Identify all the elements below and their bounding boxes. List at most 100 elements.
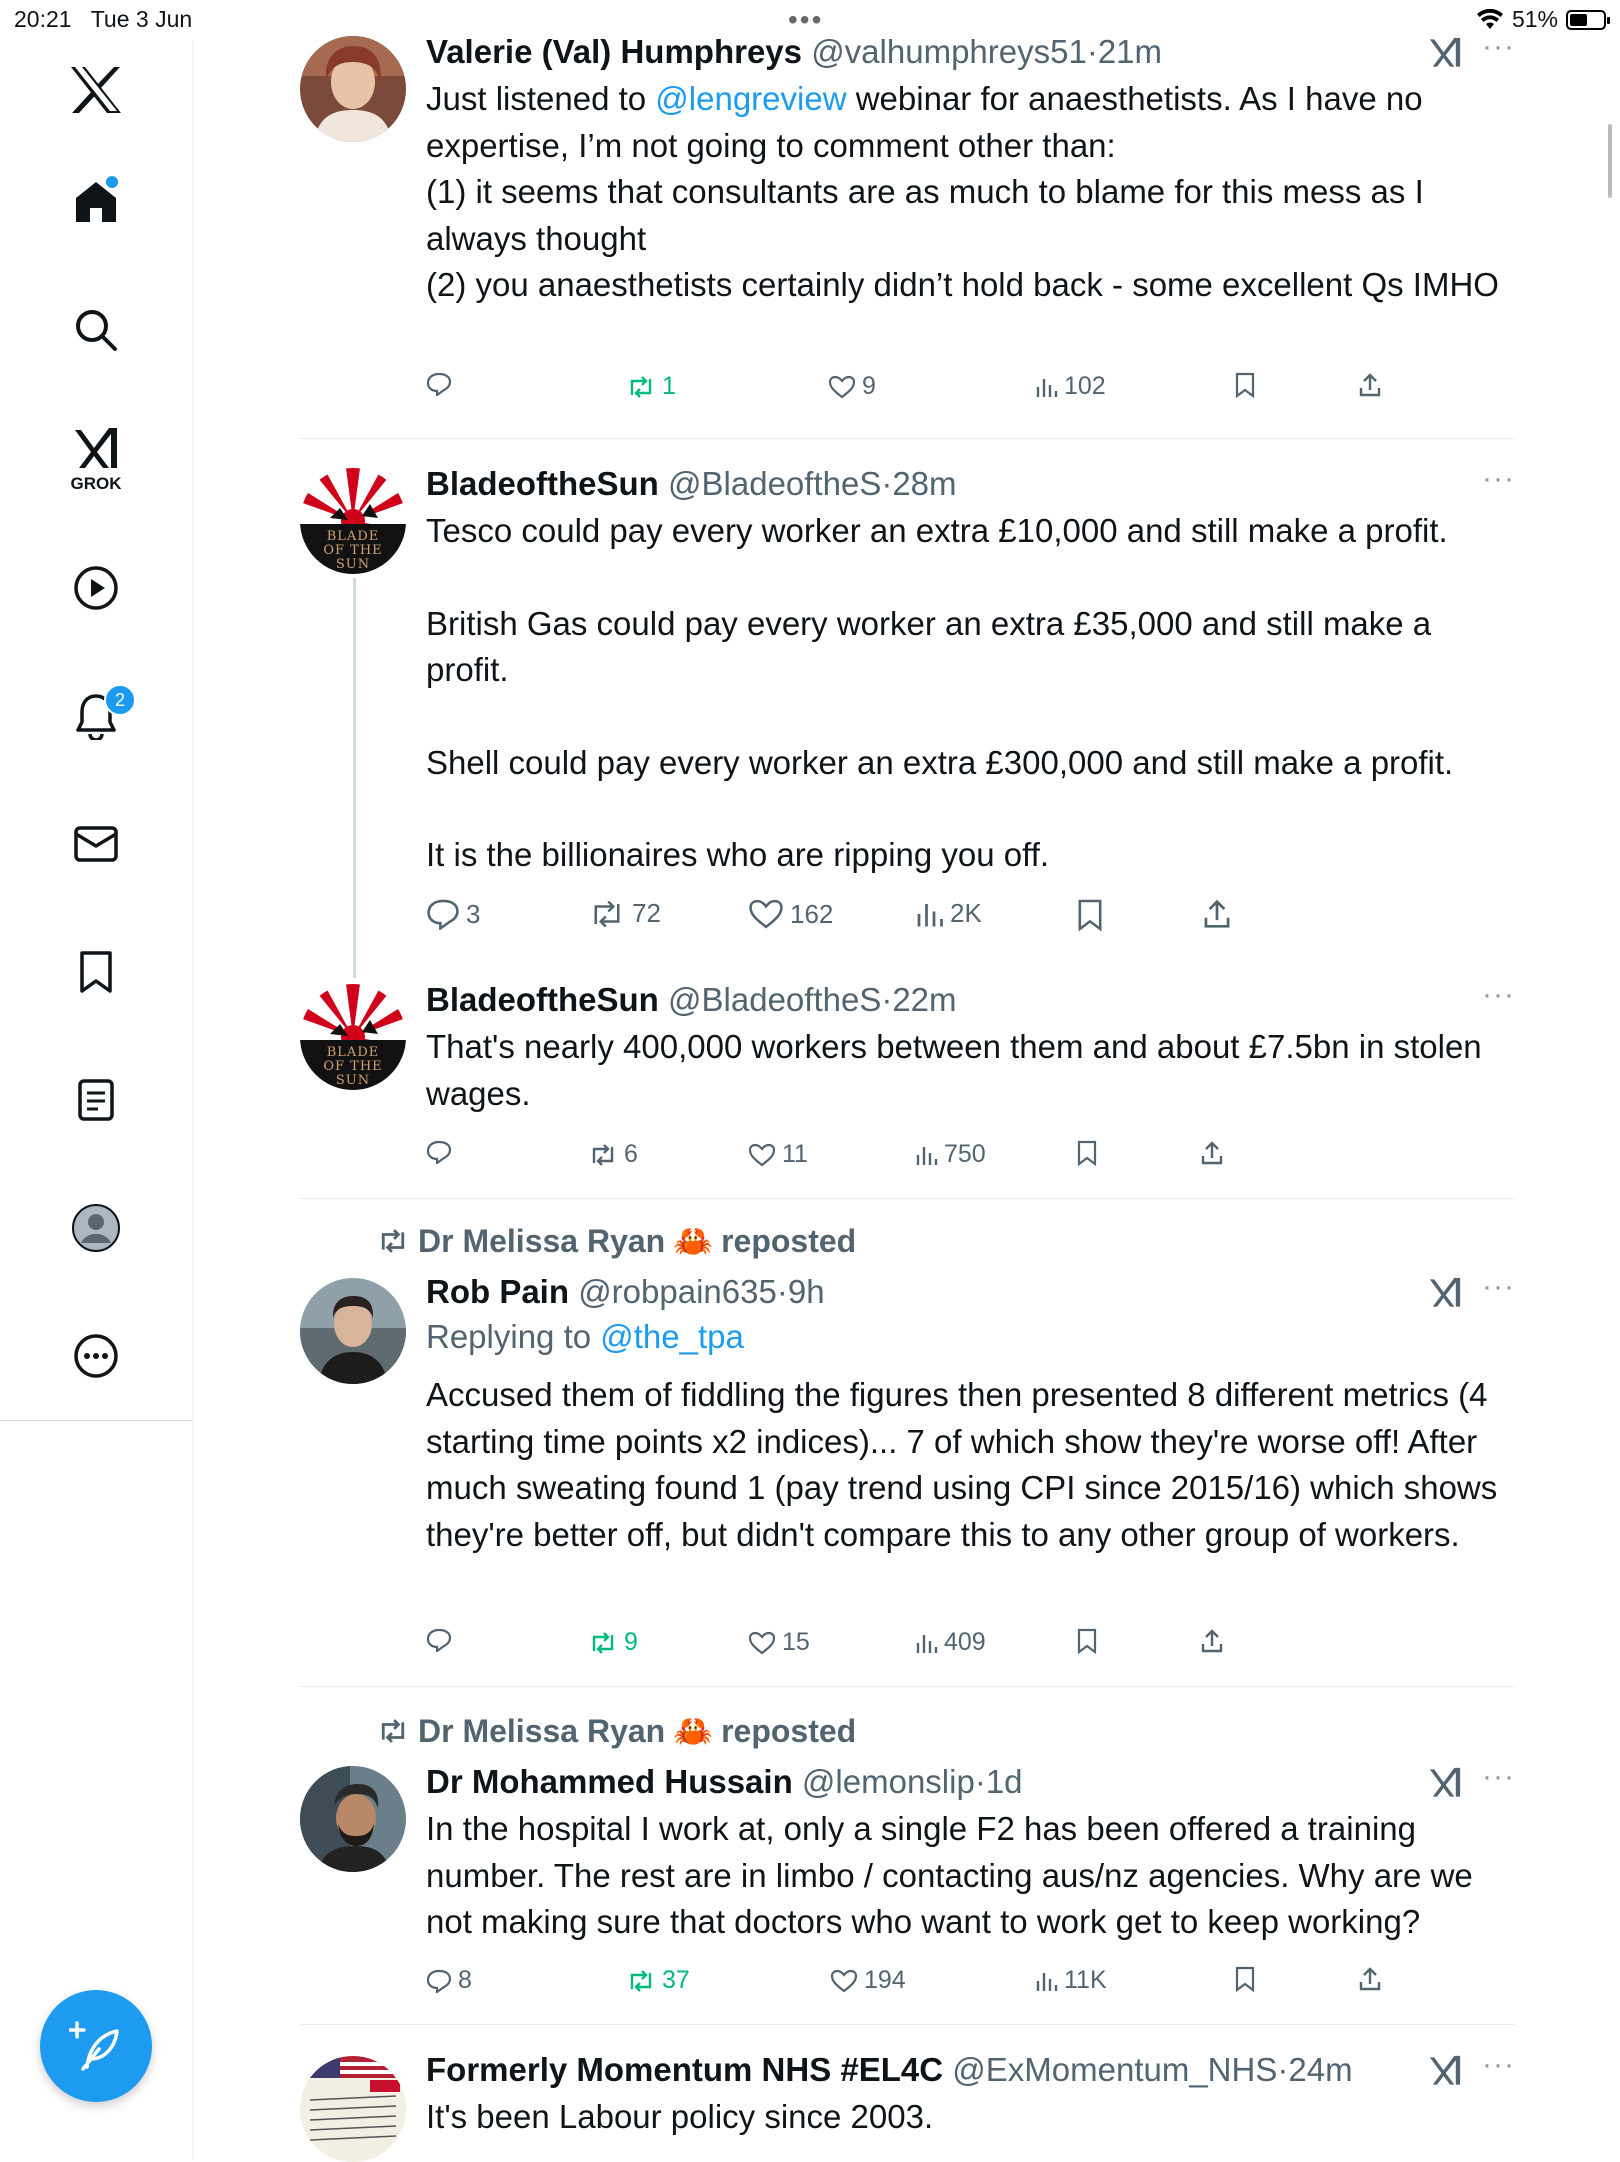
sidebar-item-lists[interactable] bbox=[0, 1060, 192, 1140]
like-button[interactable]: 15 bbox=[748, 1628, 810, 1657]
repost-icon bbox=[381, 1229, 405, 1253]
author-handle[interactable]: @BladeoftheS bbox=[668, 465, 881, 502]
repost-icon bbox=[592, 1631, 614, 1654]
avatar[interactable] bbox=[300, 1278, 406, 1384]
sidebar-item-messages[interactable] bbox=[0, 804, 192, 884]
author-handle[interactable]: @robpain635 bbox=[578, 1273, 777, 1310]
views-button[interactable]: 102 bbox=[1034, 372, 1106, 401]
x-logo-icon bbox=[71, 67, 121, 113]
sidebar-item-grok[interactable]: GROK bbox=[0, 420, 192, 500]
author-handle[interactable]: @valhumphreys51 bbox=[811, 33, 1087, 70]
views-button[interactable]: 409 bbox=[914, 1628, 986, 1657]
tweet-header: Rob Pain @robpain635·9h bbox=[426, 1270, 1515, 1314]
repost-button[interactable]: 1 bbox=[626, 372, 676, 401]
author-handle[interactable]: @ExMomentum_NHS bbox=[952, 2051, 1277, 2088]
repost-button[interactable]: 72 bbox=[588, 898, 661, 929]
compose-button[interactable] bbox=[40, 1990, 152, 2102]
reposted-label: reposted bbox=[721, 1222, 857, 1259]
author-name[interactable]: Rob Pain bbox=[426, 1273, 569, 1310]
more-options-icon[interactable]: ··· bbox=[1482, 462, 1515, 496]
more-options-icon[interactable]: ··· bbox=[1482, 30, 1515, 64]
avatar[interactable]: BLADE OF THE SUN bbox=[300, 984, 406, 1090]
reply-button[interactable] bbox=[426, 1628, 452, 1652]
like-button[interactable]: 194 bbox=[830, 1966, 906, 1995]
views-count: 11K bbox=[1064, 1966, 1107, 1994]
like-button[interactable]: 9 bbox=[828, 372, 876, 401]
bookmark-button[interactable] bbox=[1076, 1628, 1098, 1654]
repost-button[interactable]: 37 bbox=[626, 1966, 690, 1995]
share-button[interactable] bbox=[1200, 1628, 1224, 1654]
repost-context[interactable]: Dr Melissa Ryan 🦀 reposted bbox=[376, 1712, 856, 1750]
views-count: 750 bbox=[944, 1140, 986, 1168]
share-button[interactable] bbox=[1202, 898, 1232, 930]
reply-button[interactable] bbox=[426, 1140, 452, 1164]
avatar[interactable] bbox=[300, 1766, 406, 1872]
mention-link[interactable]: @the_tpa bbox=[600, 1318, 744, 1355]
tweet-time[interactable]: 1d bbox=[986, 1763, 1023, 1800]
avatar[interactable]: BLADE OF THE SUN bbox=[300, 468, 406, 574]
reply-button[interactable]: 3 bbox=[426, 898, 480, 930]
mail-icon bbox=[74, 826, 118, 862]
author-name[interactable]: BladeoftheSun bbox=[426, 465, 659, 502]
repost-button[interactable]: 6 bbox=[588, 1140, 638, 1169]
sidebar-item-explore[interactable] bbox=[0, 290, 192, 370]
share-button[interactable] bbox=[1358, 1966, 1382, 1992]
author-handle[interactable]: @BladeoftheS bbox=[668, 981, 881, 1018]
bookmark-button[interactable] bbox=[1234, 372, 1256, 398]
like-button[interactable]: 162 bbox=[748, 898, 833, 930]
grok-icon[interactable] bbox=[1427, 36, 1463, 70]
tweet-time[interactable]: 9h bbox=[788, 1273, 825, 1310]
compose-feather-icon bbox=[69, 2021, 119, 2071]
sidebar-item-notifications[interactable]: 2 bbox=[0, 676, 192, 756]
bookmark-button[interactable] bbox=[1234, 1966, 1256, 1992]
sidebar-item-more[interactable] bbox=[0, 1316, 192, 1396]
reply-button[interactable]: 8 bbox=[426, 1966, 472, 1995]
bookmark-button[interactable] bbox=[1076, 1140, 1098, 1166]
tweet-time[interactable]: 28m bbox=[892, 465, 956, 502]
scrollbar[interactable] bbox=[1608, 124, 1612, 198]
more-options-icon[interactable]: ··· bbox=[1482, 1270, 1515, 1304]
more-options-icon[interactable]: ··· bbox=[1482, 1760, 1515, 1794]
sidebar-item-video[interactable] bbox=[0, 548, 192, 628]
avatar[interactable] bbox=[300, 2056, 406, 2162]
sidebar-item-home[interactable] bbox=[0, 162, 192, 242]
author-name[interactable]: Dr Mohammed Hussain bbox=[426, 1763, 793, 1800]
reply-icon bbox=[426, 1969, 452, 1993]
views-button[interactable]: 2K bbox=[914, 898, 982, 929]
tweet-divider bbox=[300, 1686, 1515, 1687]
share-button[interactable] bbox=[1200, 1140, 1224, 1166]
dot-separator: · bbox=[1086, 33, 1098, 70]
x-logo[interactable] bbox=[0, 50, 192, 130]
grok-icon[interactable] bbox=[1427, 1766, 1463, 1800]
grok-icon[interactable] bbox=[1427, 1276, 1463, 1310]
heart-icon bbox=[748, 1631, 776, 1654]
grok-icon[interactable] bbox=[1427, 2054, 1463, 2088]
author-name[interactable]: Formerly Momentum NHS #EL4C bbox=[426, 2051, 943, 2088]
avatar[interactable] bbox=[300, 36, 406, 142]
reply-button[interactable] bbox=[426, 372, 452, 396]
author-handle[interactable]: @lemonslip bbox=[802, 1763, 975, 1800]
bookmark-button[interactable] bbox=[1076, 898, 1104, 932]
sidebar-item-profile[interactable] bbox=[0, 1188, 192, 1268]
thread-line bbox=[353, 578, 356, 978]
repost-context[interactable]: Dr Melissa Ryan 🦀 reposted bbox=[376, 1222, 856, 1260]
author-name[interactable]: BladeoftheSun bbox=[426, 981, 659, 1018]
repost-button[interactable]: 9 bbox=[588, 1628, 638, 1657]
tweet-time[interactable]: 24m bbox=[1288, 2051, 1352, 2088]
more-options-icon[interactable]: ··· bbox=[1482, 978, 1515, 1012]
tweet-time[interactable]: 22m bbox=[892, 981, 956, 1018]
more-options-icon[interactable]: ··· bbox=[1482, 2048, 1515, 2082]
author-name[interactable]: Valerie (Val) Humphreys bbox=[426, 33, 802, 70]
sidebar-item-bookmarks[interactable] bbox=[0, 932, 192, 1012]
avatar-text: BLADE OF THE SUN bbox=[323, 1045, 383, 1088]
views-count: 2K bbox=[950, 898, 982, 928]
tweet-header: BladeoftheSun @BladeoftheS·22m bbox=[426, 978, 1515, 1022]
views-button[interactable]: 11K bbox=[1034, 1966, 1107, 1995]
mention-link[interactable]: @lengreview bbox=[655, 80, 846, 117]
tweet-text: Just listened to @lengreview webinar for… bbox=[426, 80, 1499, 303]
views-button[interactable]: 750 bbox=[914, 1140, 986, 1169]
tweet-time[interactable]: 21m bbox=[1098, 33, 1162, 70]
like-button[interactable]: 11 bbox=[748, 1140, 808, 1169]
bookmark-icon bbox=[80, 951, 112, 993]
share-button[interactable] bbox=[1358, 372, 1382, 398]
